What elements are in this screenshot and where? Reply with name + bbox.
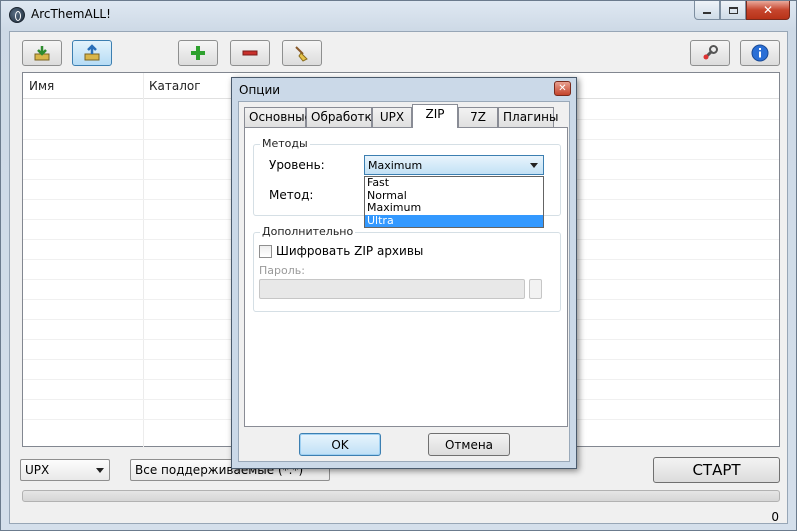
maximize-icon <box>728 6 738 14</box>
tab-processing[interactable]: Обработка <box>306 107 379 127</box>
clean-button[interactable] <box>282 40 322 66</box>
compress-button[interactable] <box>72 40 112 66</box>
encrypt-zip-checkbox[interactable] <box>259 245 272 258</box>
methods-group-title: Методы <box>260 137 310 150</box>
password-input[interactable] <box>259 279 525 299</box>
caption-buttons: ✕ <box>694 1 790 21</box>
column-separator <box>143 73 144 448</box>
progress-bar <box>22 490 780 502</box>
close-icon: ✕ <box>762 3 774 17</box>
password-side-button[interactable] <box>529 279 542 299</box>
level-dropdown-list: Fast Normal Maximum Ultra <box>364 176 544 228</box>
settings-button[interactable] <box>690 40 730 66</box>
column-header-name[interactable]: Имя <box>29 79 54 93</box>
level-option-fast[interactable]: Fast <box>365 176 543 190</box>
tab-zip[interactable]: ZIP <box>412 104 458 128</box>
add-icon <box>191 46 205 60</box>
dialog-close-button[interactable]: ✕ <box>554 81 571 96</box>
chevron-down-icon <box>530 163 538 168</box>
remove-button[interactable] <box>230 40 270 66</box>
file-count: 0 <box>771 510 779 524</box>
clean-icon <box>295 46 308 62</box>
title-bar: ArcThemALL! ✕ <box>1 1 796 29</box>
minimize-button[interactable] <box>694 1 720 20</box>
options-dialog: Опции ✕ Основные Обработка UPX ZIP 7Z Пл… <box>231 77 577 469</box>
level-option-maximum[interactable]: Maximum <box>365 201 543 215</box>
app-logo-icon <box>9 7 25 23</box>
column-header-folder[interactable]: Каталог <box>149 79 201 93</box>
add-button[interactable] <box>178 40 218 66</box>
mode-select[interactable]: UPX <box>20 459 110 481</box>
tab-7z[interactable]: 7Z <box>458 107 498 127</box>
ok-button[interactable]: OK <box>299 433 381 456</box>
level-select-value: Maximum <box>368 159 423 172</box>
zip-tab-page: Методы Уровень: Maximum Fast Normal Maxi… <box>244 127 568 427</box>
info-icon <box>751 44 769 62</box>
remove-icon <box>242 50 258 56</box>
maximize-button[interactable] <box>720 1 746 20</box>
close-button[interactable]: ✕ <box>746 1 790 20</box>
settings-icon <box>703 45 718 60</box>
tab-upx[interactable]: UPX <box>372 107 412 127</box>
tab-plugins[interactable]: Плагины <box>498 107 558 127</box>
level-label: Уровень: <box>269 158 325 172</box>
mode-select-value: UPX <box>25 463 50 477</box>
window-title: ArcThemALL! <box>31 7 111 21</box>
level-option-ultra[interactable]: Ultra <box>365 214 543 227</box>
tab-general[interactable]: Основные <box>244 107 312 127</box>
info-button[interactable] <box>740 40 780 66</box>
extract-icon <box>34 46 50 61</box>
encrypt-zip-label[interactable]: Шифровать ZIP архивы <box>276 244 423 258</box>
password-label: Пароль: <box>259 264 305 277</box>
chevron-down-icon <box>96 468 104 473</box>
extract-button[interactable] <box>22 40 62 66</box>
level-select[interactable]: Maximum <box>364 155 544 175</box>
compress-icon <box>84 44 100 61</box>
dialog-title: Опции <box>239 83 281 97</box>
extra-group-title: Дополнительно <box>260 225 356 238</box>
close-icon: ✕ <box>558 83 567 94</box>
method-label: Метод: <box>269 188 314 202</box>
minimize-icon <box>703 12 711 14</box>
cancel-button[interactable]: Отмена <box>428 433 510 456</box>
dialog-body: Основные Обработка UPX ZIP 7Z Плагины Ме… <box>238 101 570 462</box>
start-button[interactable]: СТАРТ <box>653 457 780 483</box>
